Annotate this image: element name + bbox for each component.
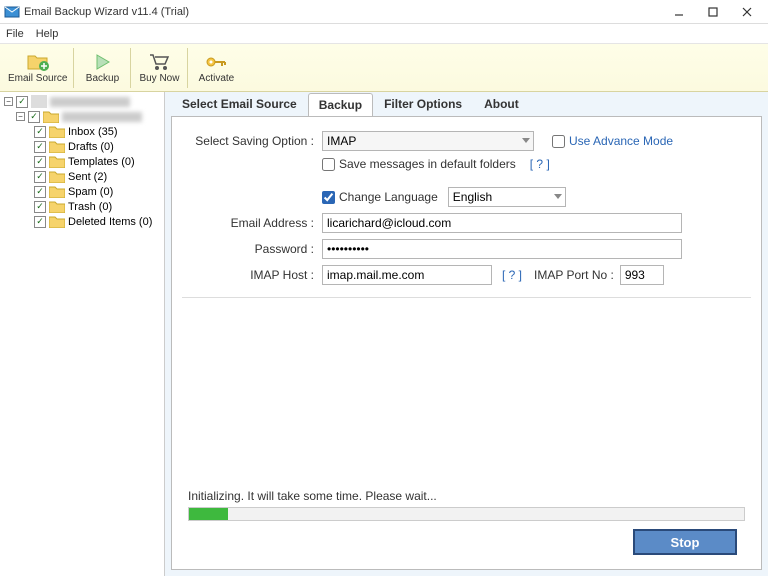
folder-icon: [49, 185, 65, 198]
imap-port-label: IMAP Port No :: [534, 268, 614, 282]
checkbox[interactable]: [34, 141, 46, 153]
folder-icon: [49, 200, 65, 213]
email-field[interactable]: [322, 213, 682, 233]
toolbar-backup[interactable]: Backup: [76, 46, 128, 90]
change-language-label: Change Language: [339, 190, 438, 204]
app-icon: [4, 4, 20, 20]
folder-icon: [43, 110, 59, 123]
toolbar-label: Activate: [199, 73, 235, 84]
maximize-button[interactable]: [696, 1, 730, 23]
checkbox[interactable]: [34, 201, 46, 213]
help-link[interactable]: [ ? ]: [502, 268, 522, 282]
tree-folder[interactable]: Deleted Items (0): [32, 214, 162, 229]
password-label: Password :: [182, 242, 322, 256]
advance-mode-label[interactable]: Use Advance Mode: [569, 134, 673, 148]
email-label: Email Address :: [182, 216, 322, 230]
tree-folder[interactable]: Trash (0): [32, 199, 162, 214]
divider: [182, 297, 751, 298]
tab-backup[interactable]: Backup: [308, 93, 373, 117]
backup-panel: Select Saving Option : IMAP Use Advance …: [171, 116, 762, 570]
close-button[interactable]: [730, 1, 764, 23]
checkbox[interactable]: [34, 186, 46, 198]
root-icon: [31, 95, 47, 108]
change-language-checkbox[interactable]: [322, 191, 335, 204]
tree-folder[interactable]: Spam (0): [32, 184, 162, 199]
advance-mode-checkbox[interactable]: [552, 135, 565, 148]
key-icon: [205, 51, 227, 73]
toolbar-activate[interactable]: Activate: [190, 46, 242, 90]
window-title: Email Backup Wizard v11.4 (Trial): [24, 6, 662, 18]
folder-icon: [49, 125, 65, 138]
folder-add-icon: [27, 51, 49, 73]
tree-account[interactable]: −: [14, 109, 162, 124]
title-bar: Email Backup Wizard v11.4 (Trial): [0, 0, 768, 24]
folder-label: Spam (0): [68, 186, 113, 198]
password-field[interactable]: [322, 239, 682, 259]
main-area: − − Inbox (35) Drafts (0) Templates (0) Sen…: [0, 92, 768, 576]
saving-option-label: Select Saving Option :: [182, 134, 322, 148]
folder-icon: [49, 215, 65, 228]
checkbox[interactable]: [34, 156, 46, 168]
menu-file[interactable]: File: [6, 28, 24, 40]
status-text: Initializing. It will take some time. Pl…: [182, 489, 751, 503]
folder-label: Drafts (0): [68, 141, 114, 153]
account-name: [50, 97, 130, 107]
imap-port-field[interactable]: [620, 265, 664, 285]
folder-icon: [49, 140, 65, 153]
separator: [187, 48, 188, 88]
toolbar-label: Buy Now: [139, 73, 179, 84]
play-icon: [93, 51, 111, 73]
checkbox[interactable]: [34, 216, 46, 228]
collapse-icon[interactable]: −: [4, 97, 13, 106]
toolbar-label: Backup: [86, 73, 119, 84]
checkbox[interactable]: [16, 96, 28, 108]
tree-root[interactable]: −: [2, 94, 162, 109]
language-select[interactable]: English: [448, 187, 566, 207]
tree-folder[interactable]: Sent (2): [32, 169, 162, 184]
toolbar-email-source[interactable]: Email Source: [4, 46, 71, 90]
progress-fill: [189, 508, 228, 520]
content-area: Select Email Source Backup Filter Option…: [165, 92, 768, 576]
account-name: [62, 112, 142, 122]
folder-label: Inbox (35): [68, 126, 118, 138]
folder-tree: − − Inbox (35) Drafts (0) Templates (0) Sen…: [0, 92, 165, 576]
saving-option-select[interactable]: IMAP: [322, 131, 534, 151]
checkbox[interactable]: [28, 111, 40, 123]
tree-folder[interactable]: Templates (0): [32, 154, 162, 169]
folder-label: Sent (2): [68, 171, 107, 183]
tree-folder[interactable]: Drafts (0): [32, 139, 162, 154]
save-default-checkbox[interactable]: [322, 158, 335, 171]
folder-label: Templates (0): [68, 156, 135, 168]
save-default-label: Save messages in default folders: [339, 157, 516, 171]
imap-host-label: IMAP Host :: [182, 268, 322, 282]
help-link[interactable]: [ ? ]: [530, 157, 550, 171]
progress-bar: [188, 507, 745, 521]
tab-filter[interactable]: Filter Options: [373, 92, 473, 116]
folder-icon: [49, 170, 65, 183]
cart-icon: [148, 51, 170, 73]
toolbar: Email Source Backup Buy Now Activate: [0, 44, 768, 92]
minimize-button[interactable]: [662, 1, 696, 23]
tree-folder[interactable]: Inbox (35): [32, 124, 162, 139]
toolbar-buy-now[interactable]: Buy Now: [133, 46, 185, 90]
tab-strip: Select Email Source Backup Filter Option…: [165, 92, 768, 116]
separator: [130, 48, 131, 88]
tab-about[interactable]: About: [473, 92, 530, 116]
folder-label: Deleted Items (0): [68, 216, 152, 228]
collapse-icon[interactable]: −: [16, 112, 25, 121]
stop-button[interactable]: Stop: [633, 529, 737, 555]
menu-bar: File Help: [0, 24, 768, 44]
toolbar-label: Email Source: [8, 73, 67, 84]
separator: [73, 48, 74, 88]
folder-icon: [49, 155, 65, 168]
imap-host-field[interactable]: [322, 265, 492, 285]
tab-select-source[interactable]: Select Email Source: [171, 92, 308, 116]
menu-help[interactable]: Help: [36, 28, 59, 40]
folder-label: Trash (0): [68, 201, 112, 213]
checkbox[interactable]: [34, 171, 46, 183]
checkbox[interactable]: [34, 126, 46, 138]
